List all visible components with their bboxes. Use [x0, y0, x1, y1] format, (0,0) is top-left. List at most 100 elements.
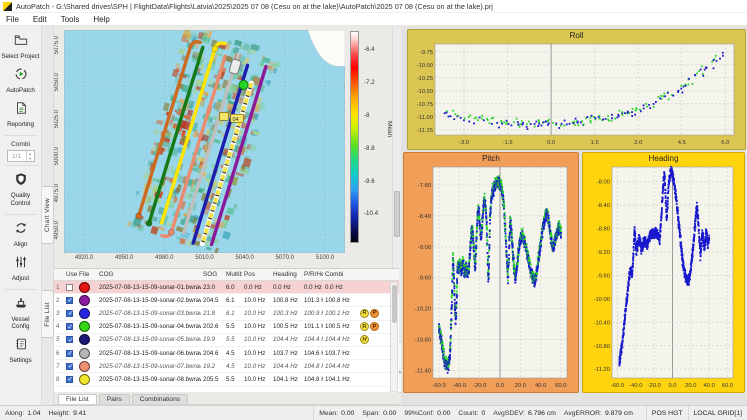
sog-value: 5.5 — [226, 323, 235, 331]
menu-file[interactable]: File — [6, 15, 19, 24]
menu-edit[interactable]: Edit — [33, 15, 47, 24]
file-name: 2025-07-08-13-15-09-sonar-02.bwraw — [99, 296, 201, 304]
svg-text:-20.0: -20.0 — [473, 383, 486, 389]
svg-text:-8.40: -8.40 — [418, 214, 431, 220]
coverage-map-canvas[interactable]: 04 — [64, 30, 345, 253]
sidebar-item-label: Settings — [9, 357, 32, 365]
use-checkbox[interactable] — [66, 296, 73, 304]
use-checkbox[interactable] — [66, 283, 73, 291]
svg-text:6.0: 6.0 — [721, 140, 729, 146]
use-checkbox[interactable] — [66, 362, 73, 370]
sidebar-item-settings[interactable]: Settings — [0, 334, 41, 368]
svg-text:-10.00: -10.00 — [417, 63, 433, 69]
splitter-scroll-thumb[interactable] — [394, 191, 400, 237]
table-row[interactable]: 6 2025-07-08-13-15-09-sonar-06.bwraw204.6… — [54, 346, 399, 361]
svg-text:-11.40: -11.40 — [415, 368, 431, 374]
roll-plot-canvas: -3.0 -1.5 0.0 1.5 3.0 4.5 6.0 -9.75 -10.00 -10.25… — [417, 43, 735, 146]
sidebar-item-select-project[interactable]: Select Project — [0, 30, 41, 64]
table-scrollbar[interactable] — [390, 282, 398, 392]
table-row[interactable]: 5 2025-07-08-13-15-09-sonar-05.bwraw19.9 5… — [54, 333, 399, 347]
spinner-down-icon[interactable]: ▾ — [27, 156, 34, 161]
combi-badge-p: P — [370, 308, 379, 318]
file-name: 2025-07-08-13-15-09-sonar-07.bwraw — [99, 362, 201, 370]
table-row[interactable]: 8 2025-07-08-13-15-09-sonar-08.bwraw205.5… — [54, 373, 399, 387]
line-color-dot — [79, 321, 90, 333]
status-stat-value: 0.00 — [341, 409, 355, 417]
combi-label: Combi — [10, 141, 31, 149]
use-checkbox[interactable] — [66, 323, 73, 331]
table-row[interactable]: 4 2025-07-08-13-15-09-sonar-04.bwraw202.6… — [54, 320, 399, 334]
roll-plot[interactable]: -3.0 -1.5 0.0 1.5 3.0 4.5 6.0 -9.75 -10.00 -10.25… — [408, 41, 745, 152]
map-x-tick-label: 5070.0 — [275, 255, 294, 261]
status-bar: Along: 1.04 Height: 9.41 Mean: 0.00 Span: 0… — [0, 405, 747, 420]
sidebar-item-label: AutoPatch — [6, 87, 35, 95]
tab-combinations[interactable]: Combinations — [131, 394, 189, 404]
row-number: 7 — [56, 362, 60, 370]
combi-spinner[interactable]: 1/1 ▴ ▾ — [6, 150, 35, 163]
line-color-dot — [79, 307, 90, 319]
sidebar-item-quality-control[interactable]: Quality Control — [0, 169, 41, 210]
svg-text:-20.0: -20.0 — [648, 383, 661, 389]
menu-help[interactable]: Help — [93, 15, 109, 24]
multibeam-rate: 0.0 Hz — [244, 283, 262, 291]
tab-file-list[interactable]: File List — [42, 290, 54, 338]
sidebar-item-reporting[interactable]: Reporting — [0, 98, 41, 132]
svg-text:04: 04 — [233, 117, 239, 123]
table-row[interactable]: 7 2025-07-08-13-15-09-sonar-07.bwraw19.2 4… — [54, 360, 399, 374]
combi-spinner-arrows[interactable]: ▴ ▾ — [25, 151, 34, 162]
svg-text:-11.20: -11.20 — [594, 367, 610, 373]
sidebar-item-label: Align — [13, 240, 28, 248]
table-row[interactable]: 3 2025-07-08-13-15-09-sonar-03.bwraw21.8 6… — [54, 307, 399, 321]
use-checkbox[interactable] — [66, 336, 73, 344]
sidebar-item-label: Adjust — [11, 274, 30, 282]
status-pos-mode: POS HGT — [647, 406, 689, 420]
table-row[interactable]: 2 2025-07-08-13-15-09-sonar-02.bwraw204.5… — [54, 294, 399, 308]
svg-text:-10.80: -10.80 — [594, 344, 610, 350]
use-checkbox[interactable] — [66, 309, 73, 317]
pitch-plot[interactable]: -60.0 -40.0 -20.0 0.0 20.0 40.0 60.0 -7.80 -8.40… — [404, 164, 578, 395]
pos-rate: 103.7 Hz — [273, 349, 298, 357]
cog-value: 204.6 — [203, 349, 219, 357]
table-scrollbar-thumb[interactable] — [391, 285, 397, 323]
sidebar-item-vessel-config[interactable]: Vessel Config — [0, 293, 41, 334]
map-y-tick-label: 5050.0 — [54, 72, 60, 92]
sidebar-item-adjust[interactable]: Adjust — [0, 252, 41, 286]
file-table-header: UseFile COG SOG MultibeamPos Heading P/R/Heav… — [54, 269, 399, 281]
heading-plot-title: Heading — [648, 154, 679, 163]
svg-text:0.0: 0.0 — [668, 383, 676, 389]
heading-plot-panel: Heading -60.0 -40.0 -20.0 0.0 20.0 40.0 60.0 -8… — [582, 152, 745, 393]
sidebar-item-autopatch[interactable]: AutoPatch — [0, 64, 41, 98]
app-logo-icon — [3, 1, 12, 11]
heading-plot[interactable]: -60.0 -40.0 -20.0 0.0 20.0 40.0 60.0 -8.00 -8.40… — [583, 164, 744, 395]
column-header: Heading — [273, 271, 297, 278]
svg-text:-8.40: -8.40 — [597, 203, 610, 209]
column-header: Combi — [325, 271, 344, 278]
file-name: 2025-07-08-13-15-09-sonar-03.bwraw — [99, 309, 201, 317]
svg-text:-1.5: -1.5 — [503, 140, 513, 146]
multibeam-rate: 10.0 Hz — [244, 309, 266, 317]
map-y-tick-label: 4975.0 — [54, 184, 60, 203]
svg-text:20.0: 20.0 — [685, 383, 696, 389]
tab-file-list-bottom[interactable]: File List — [58, 394, 97, 404]
column-header: Use — [66, 271, 77, 278]
svg-text:-3.0: -3.0 — [459, 140, 469, 146]
svg-text:-7.80: -7.80 — [418, 183, 431, 189]
sidebar-separator — [3, 135, 38, 137]
svg-text:0.0: 0.0 — [547, 140, 555, 146]
tab-chart-view[interactable]: Chart View — [42, 186, 54, 244]
sidebar-item-align[interactable]: Align — [0, 218, 41, 252]
tab-pairs[interactable]: Pairs — [98, 394, 130, 404]
row-number: 6 — [56, 349, 60, 357]
sidebar-separator — [3, 288, 38, 290]
line-color-dot — [79, 294, 90, 306]
status-stat-label: Count: — [458, 409, 479, 417]
svg-text:-9.20: -9.20 — [597, 250, 610, 256]
menu-tools[interactable]: Tools — [61, 15, 80, 24]
svg-text:-60.0: -60.0 — [611, 383, 624, 389]
svg-text:1.5: 1.5 — [591, 140, 599, 146]
use-checkbox[interactable] — [66, 375, 73, 383]
chart-view-pane: 04 Mean -6.4 -7.2 -8 -8.8 -9.6 -10.4 4920.0 49… — [54, 26, 399, 268]
use-checkbox[interactable] — [66, 349, 73, 357]
combi-badge-r: R — [360, 322, 369, 332]
table-row[interactable]: 1 2025-07-08-13-15-09-sonar-01.bwraw 23.0 6… — [54, 281, 399, 295]
